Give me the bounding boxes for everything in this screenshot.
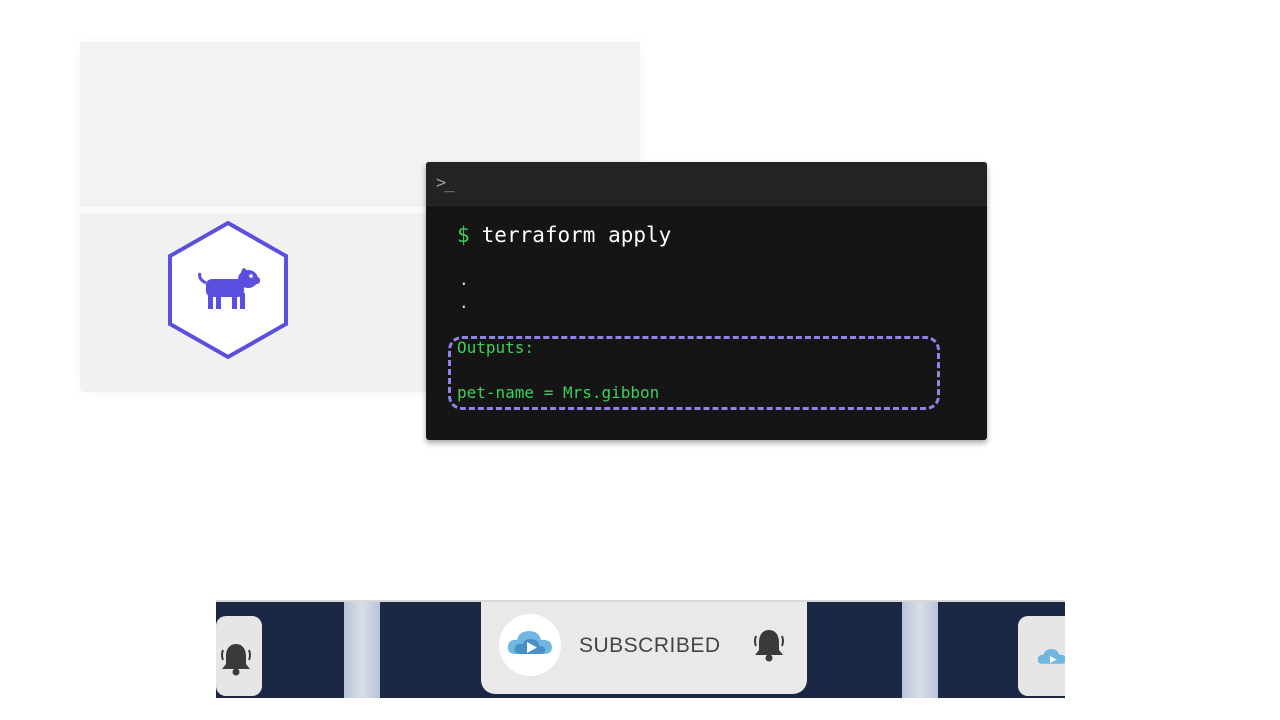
pet-resource-hexagon-icon <box>168 220 288 360</box>
banner-glass-stripe <box>902 602 938 698</box>
bell-icon[interactable] <box>749 624 789 664</box>
banner-glass-stripe <box>344 602 380 698</box>
terminal-command-line: $ terraform apply <box>457 223 671 247</box>
channel-logo <box>499 614 561 676</box>
subscribe-banner: SUBSCRIBED <box>216 600 1065 698</box>
cloud-play-logo <box>1037 648 1065 664</box>
terminal-title-bar: >_ <box>426 162 987 206</box>
bell-icon <box>221 644 251 676</box>
terminal-window: >_ $ terraform apply . . Outputs: pet-nam… <box>426 162 987 440</box>
terminal-prompt-icon: >_ <box>436 173 455 193</box>
subscribed-button[interactable]: SUBSCRIBED <box>481 602 807 694</box>
ellipsis-dot: . <box>459 270 469 289</box>
prompt-symbol: $ <box>457 223 470 247</box>
output-pet-name: pet-name = Mrs.gibbon <box>457 383 660 402</box>
subscribed-label: SUBSCRIBED <box>579 634 721 657</box>
outputs-label: Outputs: <box>457 338 535 357</box>
ellipsis-dot: . <box>459 293 469 312</box>
terminal-command: terraform apply <box>481 223 672 247</box>
banner-side-card-right <box>1018 616 1065 696</box>
banner-side-card-left <box>216 616 262 696</box>
cloud-play-logo <box>507 631 552 654</box>
